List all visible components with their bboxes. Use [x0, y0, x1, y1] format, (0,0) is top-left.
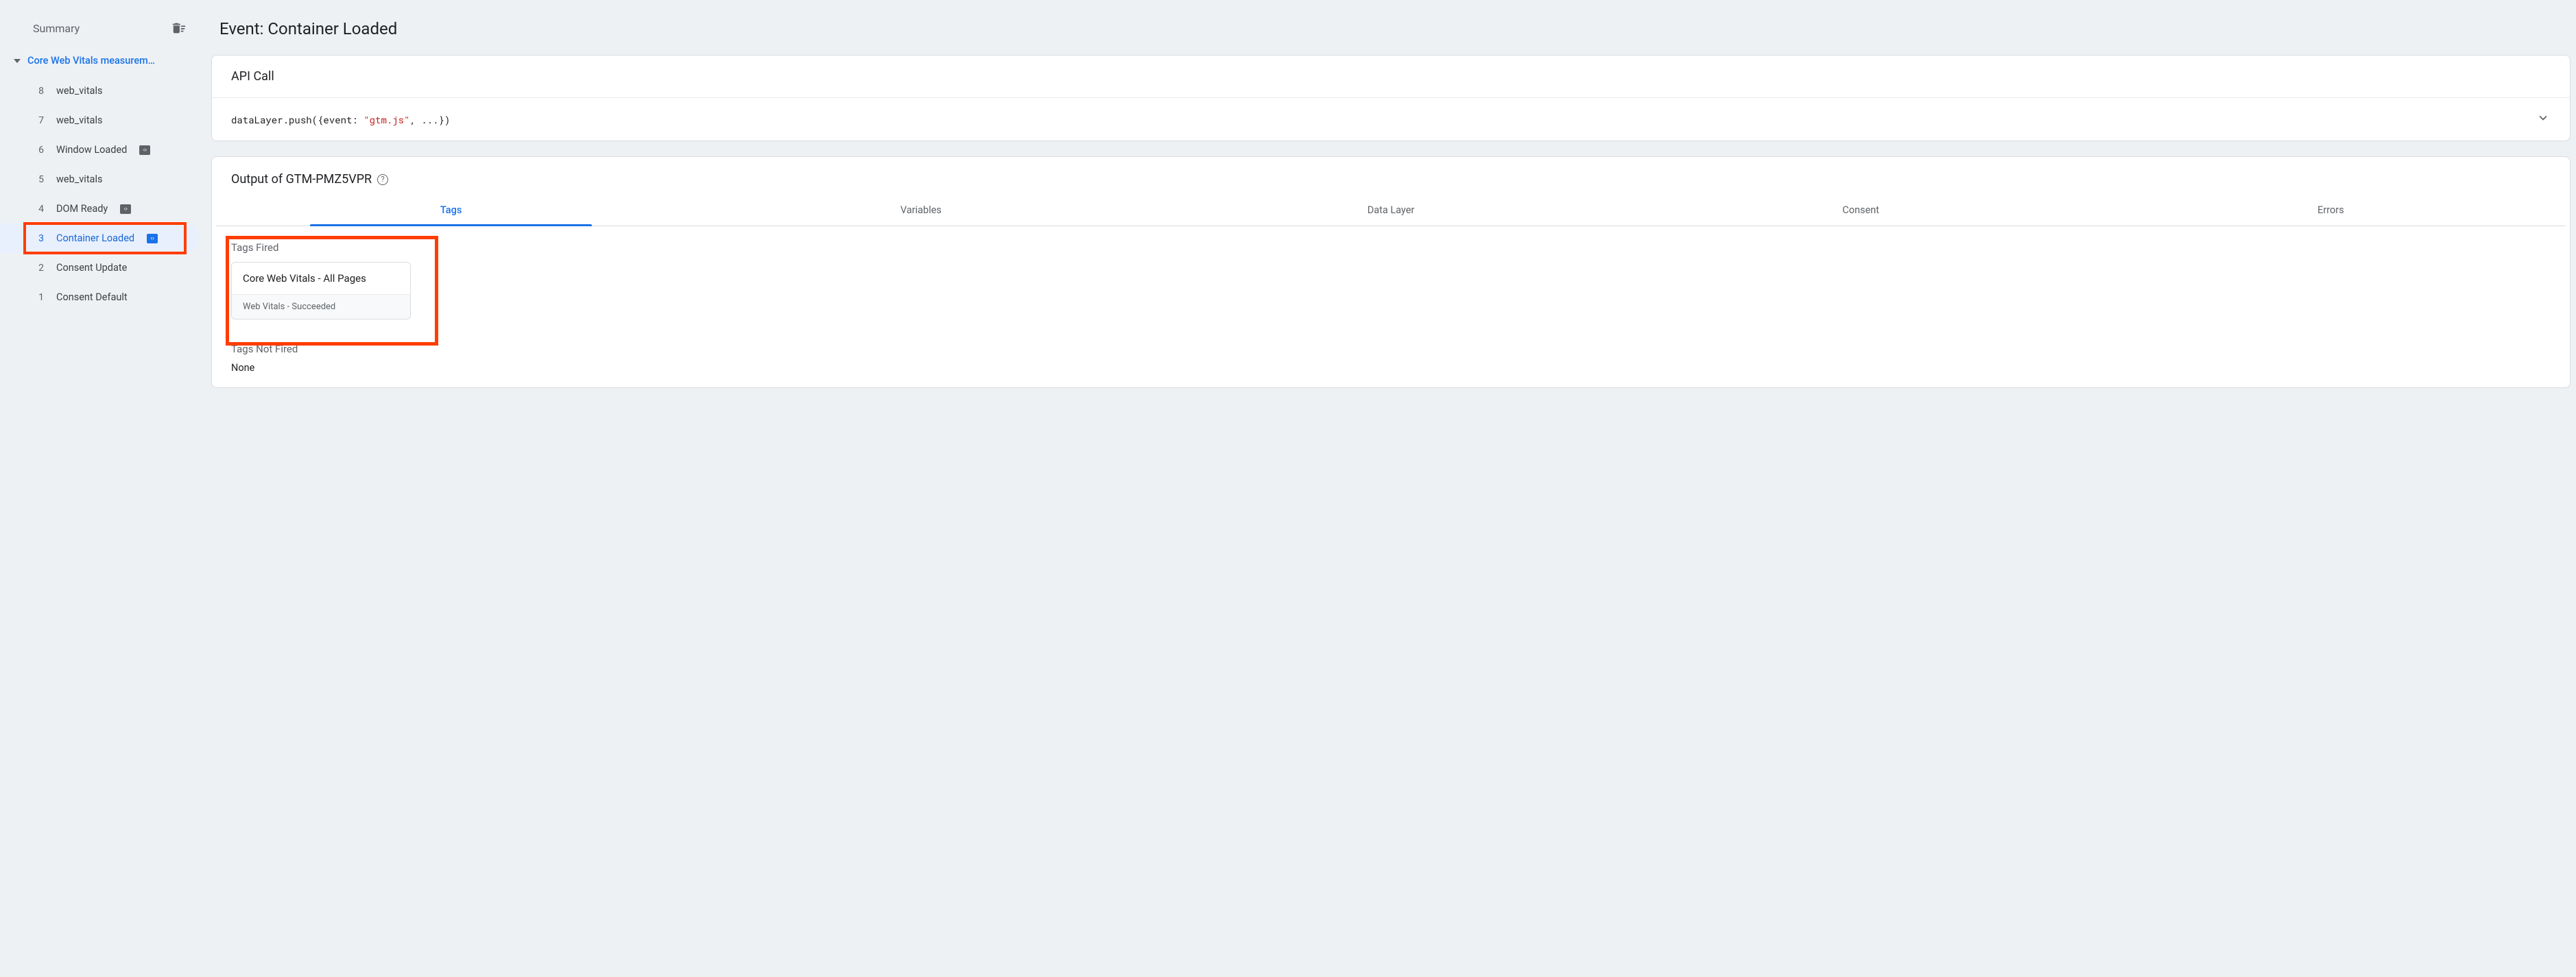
fired-tag-title: Core Web Vitals - All Pages — [232, 263, 410, 294]
event-number: 7 — [36, 115, 44, 126]
event-label: web_vitals — [56, 85, 102, 97]
tabs: TagsVariablesData LayerConsentErrors — [216, 195, 2566, 226]
output-header: Output of GTM-PMZ5VPR ? — [212, 157, 2570, 195]
event-label: Consent Default — [56, 291, 128, 303]
output-title: Output of GTM-PMZ5VPR — [231, 172, 372, 186]
event-label: Window Loaded — [56, 144, 127, 156]
sidebar-group-toggle[interactable]: Core Web Vitals measurem… — [0, 48, 206, 73]
tags-not-fired-none: None — [231, 362, 2551, 374]
event-label: Consent Update — [56, 262, 127, 274]
code-post: , ...}) — [409, 113, 450, 126]
output-card: Output of GTM-PMZ5VPR ? TagsVariablesDat… — [211, 156, 2571, 388]
event-number: 1 — [36, 292, 44, 303]
api-call-row[interactable]: dataLayer.push({event: "gtm.js", ...}) — [212, 98, 2570, 141]
event-item[interactable]: 1 Consent Default — [0, 282, 199, 312]
group-title: Core Web Vitals measurem… — [27, 55, 155, 67]
tab-tags[interactable]: Tags — [216, 195, 686, 226]
event-item[interactable]: 8 web_vitals — [0, 76, 199, 106]
event-label: DOM Ready — [56, 203, 108, 215]
delete-sweep-icon[interactable] — [171, 21, 187, 36]
tags-not-fired-label: Tags Not Fired — [231, 343, 2551, 355]
tab-variables[interactable]: Variables — [686, 195, 1156, 226]
tab-consent[interactable]: Consent — [1626, 195, 2096, 226]
event-number: 6 — [36, 145, 44, 156]
event-number: 4 — [36, 204, 44, 215]
event-label: Container Loaded — [56, 232, 134, 244]
fired-tags-list: Core Web Vitals - All PagesWeb Vitals - … — [231, 262, 2551, 319]
summary-title: Summary — [33, 22, 80, 35]
event-item[interactable]: 6 Window Loaded ‹› — [0, 135, 199, 165]
event-item[interactable]: 4 DOM Ready ‹› — [0, 194, 199, 224]
code-icon: ‹› — [120, 204, 131, 214]
chevron-down-icon[interactable] — [2536, 110, 2551, 128]
caret-down-icon — [14, 59, 21, 63]
event-number: 5 — [36, 174, 44, 185]
api-call-code: dataLayer.push({event: "gtm.js", ...}) — [231, 113, 450, 126]
api-call-card: API Call dataLayer.push({event: "gtm.js"… — [211, 55, 2571, 141]
event-item[interactable]: 3 Container Loaded ‹› — [0, 224, 199, 253]
tab-errors[interactable]: Errors — [2096, 195, 2566, 226]
event-list: 8 web_vitals 7 web_vitals 6 Window Loaded ‹› 5 w… — [0, 73, 206, 315]
code-string: "gtm.js" — [363, 113, 409, 126]
sidebar: Summary Core Web Vitals measurem… 8 web_v… — [0, 0, 206, 977]
event-item[interactable]: 7 web_vitals — [0, 106, 199, 135]
sidebar-header: Summary — [0, 14, 206, 48]
tab-data-layer[interactable]: Data Layer — [1156, 195, 1625, 226]
event-number: 8 — [36, 86, 44, 97]
fired-tag-sub: Web Vitals - Succeeded — [232, 294, 410, 319]
help-icon[interactable]: ? — [377, 174, 388, 185]
event-number: 3 — [36, 233, 44, 244]
event-item[interactable]: 2 Consent Update — [0, 253, 199, 282]
event-number: 2 — [36, 263, 44, 274]
fired-tag-card[interactable]: Core Web Vitals - All PagesWeb Vitals - … — [231, 262, 411, 319]
code-icon: ‹› — [139, 145, 150, 155]
page-title: Event: Container Loaded — [219, 19, 2571, 38]
tags-section: Tags Fired Core Web Vitals - All PagesWe… — [212, 226, 2570, 381]
event-label: web_vitals — [56, 114, 102, 126]
main-content: Event: Container Loaded API Call dataLay… — [206, 0, 2576, 977]
code-pre: dataLayer.push({event: — [231, 113, 363, 126]
event-item[interactable]: 5 web_vitals — [0, 165, 199, 194]
event-label: web_vitals — [56, 173, 102, 185]
tags-fired-label: Tags Fired — [231, 241, 2551, 254]
code-icon: ‹› — [147, 234, 158, 243]
api-call-header: API Call — [212, 56, 2570, 98]
tags-fired-highlight: Tags Fired Core Web Vitals - All PagesWe… — [226, 236, 2556, 329]
